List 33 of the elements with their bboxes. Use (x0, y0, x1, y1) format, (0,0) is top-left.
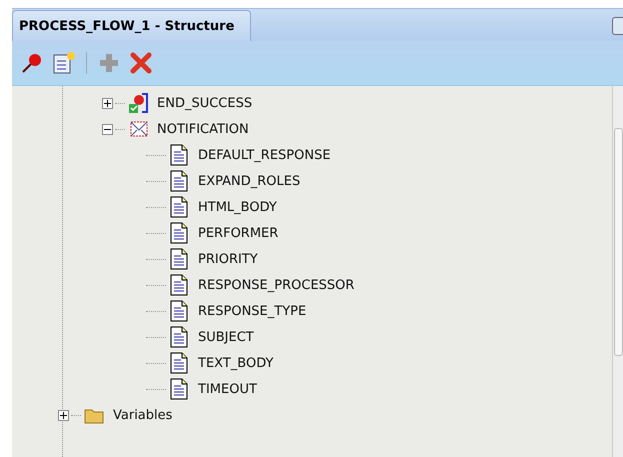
tree-item[interactable]: SUBJECT (198, 330, 254, 344)
end-node-icon (127, 92, 149, 114)
document-icon (168, 248, 190, 270)
document-icon (168, 196, 190, 218)
pushpin-icon[interactable] (20, 51, 44, 75)
tree-item[interactable]: RESPONSE_PROCESSOR (198, 278, 354, 292)
tree-item[interactable]: END_SUCCESS (157, 96, 252, 110)
delete-icon[interactable] (129, 51, 153, 75)
document-icon (168, 326, 190, 348)
document-icon (168, 274, 190, 296)
document-icon (168, 352, 190, 374)
document-icon (168, 378, 190, 400)
document-icon (168, 170, 190, 192)
new-document-icon[interactable] (52, 51, 76, 75)
document-icon (168, 144, 190, 166)
panel-tab[interactable]: PROCESS_FLOW_1 - Structure (12, 10, 252, 41)
tree-item[interactable]: NOTIFICATION (157, 122, 249, 136)
tree-item[interactable]: EXPAND_ROLES (198, 174, 300, 188)
tree-item[interactable]: TEXT_BODY (198, 356, 274, 370)
document-icon (168, 222, 190, 244)
expander-icon[interactable] (58, 410, 69, 420)
minimize-button[interactable] (612, 17, 623, 35)
expander-icon[interactable] (102, 98, 113, 108)
tree-item[interactable]: PRIORITY (198, 252, 258, 266)
scrollbar[interactable] (612, 86, 623, 457)
tree-item[interactable]: Variables (113, 408, 172, 422)
tree-item[interactable]: DEFAULT_RESPONSE (198, 148, 331, 162)
tree-item[interactable]: TIMEOUT (198, 382, 257, 396)
tree-item[interactable]: RESPONSE_TYPE (198, 304, 306, 318)
document-icon (168, 300, 190, 322)
tree-item[interactable]: PERFORMER (198, 226, 278, 240)
tree-item[interactable]: HTML_BODY (198, 200, 277, 214)
expander-icon[interactable] (102, 124, 113, 134)
